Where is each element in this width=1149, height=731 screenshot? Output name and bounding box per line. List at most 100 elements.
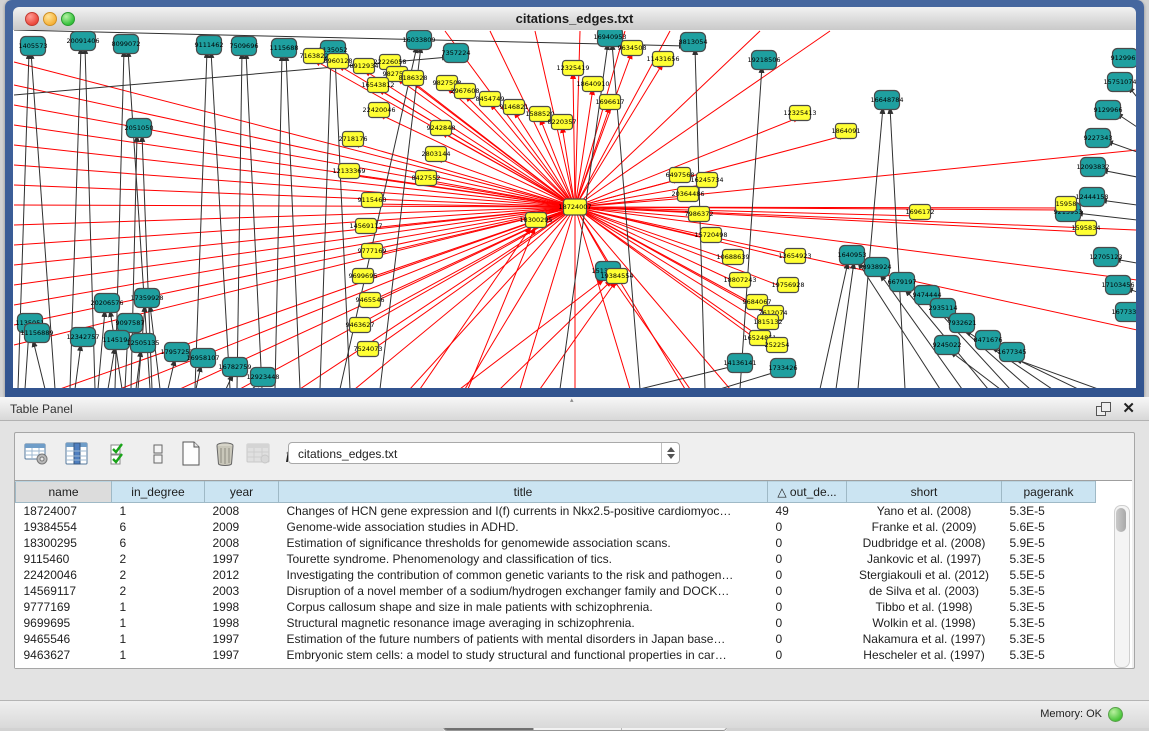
cell-out_de[interactable]: 0 [768, 567, 847, 583]
graph-node[interactable]: 10688639 [716, 250, 749, 265]
cell-short[interactable]: Wolkin et al. (1998) [847, 615, 1002, 631]
graph-node[interactable]: 7357224 [442, 44, 471, 63]
graph-node[interactable]: 20206576 [90, 294, 123, 313]
cell-pagerank[interactable]: 5.3E-5 [1002, 551, 1096, 567]
cell-out_de[interactable]: 49 [768, 503, 847, 519]
cell-short[interactable]: Jankovic et al. (1997) [847, 551, 1002, 567]
cell-year[interactable]: 1998 [205, 599, 279, 615]
column-select-icon[interactable] [63, 440, 91, 468]
graph-node[interactable]: 20091406 [66, 32, 99, 51]
trash-icon[interactable] [211, 440, 239, 468]
graph-node[interactable]: 22420046 [362, 103, 395, 118]
graph-node[interactable]: 252254 [765, 338, 790, 353]
cell-name[interactable]: 9115460 [16, 551, 112, 567]
table-row[interactable]: 1830029562008Estimation of significance … [16, 535, 1096, 551]
table-row[interactable]: 1938455462009Genome-wide association stu… [16, 519, 1096, 535]
column-header-short[interactable]: short [847, 482, 1002, 503]
graph-node[interactable]: 9129966 [1094, 101, 1123, 120]
cell-short[interactable]: Tibbo et al. (1998) [847, 599, 1002, 615]
cell-title[interactable]: Estimation of significance thresholds fo… [279, 535, 768, 551]
graph-node[interactable]: 15720498 [694, 228, 727, 243]
cell-in_degree[interactable]: 6 [112, 535, 205, 551]
cell-out_de[interactable]: 0 [768, 551, 847, 567]
memory-status-indicator-icon[interactable] [1108, 707, 1123, 722]
cell-name[interactable]: 18724007 [16, 503, 112, 519]
column-header-name[interactable]: name [16, 482, 112, 503]
graph-node[interactable]: 2718176 [339, 132, 368, 147]
table-row[interactable]: 1872400712008Changes of HCN gene express… [16, 503, 1096, 519]
graph-node[interactable]: 15958 [1056, 197, 1077, 212]
cell-name[interactable]: 14569117 [16, 583, 112, 599]
cell-out_de[interactable]: 0 [768, 647, 847, 663]
graph-node[interactable]: 1696617 [596, 95, 625, 110]
graph-node[interactable]: 8938924 [863, 258, 892, 277]
cell-out_de[interactable]: 0 [768, 599, 847, 615]
graph-node[interactable]: 13654923 [778, 249, 811, 264]
cell-pagerank[interactable]: 5.5E-5 [1002, 567, 1096, 583]
graph-node[interactable]: 12325413 [783, 106, 816, 121]
graph-node[interactable]: 18640910 [576, 77, 609, 92]
graph-node[interactable]: 15751074 [1103, 73, 1136, 92]
graph-node[interactable]: 7986372 [685, 207, 714, 222]
graph-node[interactable]: 17359928 [130, 289, 163, 308]
cell-short[interactable]: de Silva et al. (2003) [847, 583, 1002, 599]
graph-node[interactable]: 9242848 [427, 121, 456, 136]
table-row[interactable]: 969969511998Structural magnetic resonanc… [16, 615, 1096, 631]
column-header-out_de[interactable]: △ out_de... [768, 482, 847, 503]
column-header-in_degree[interactable]: in_degree [112, 482, 205, 503]
cell-title[interactable]: Tourette syndrome. Phenomenology and cla… [279, 551, 768, 567]
graph-node[interactable]: 8220357 [548, 115, 577, 130]
cell-short[interactable]: Hescheler et al. (1997) [847, 647, 1002, 663]
graph-node[interactable]: 7509696 [230, 37, 259, 56]
graph-node[interactable]: 8186328 [399, 71, 428, 86]
cell-in_degree[interactable]: 1 [112, 647, 205, 663]
graph-node[interactable]: 2803144 [422, 147, 451, 162]
cell-year[interactable]: 1998 [205, 615, 279, 631]
cell-title[interactable]: Genome-wide association studies in ADHD. [279, 519, 768, 535]
graph-node[interactable]: 17103456 [1101, 276, 1134, 295]
graph-node[interactable]: 19756928 [771, 278, 804, 293]
window-titlebar[interactable]: citations_edges.txt [13, 7, 1136, 31]
cell-out_de[interactable]: 0 [768, 535, 847, 551]
graph-node[interactable]: 12444158 [1075, 188, 1108, 207]
graph-node[interactable]: 9777169 [358, 244, 387, 259]
graph-node[interactable]: 2051050 [125, 119, 154, 138]
cell-pagerank[interactable]: 5.3E-5 [1002, 615, 1096, 631]
cell-year[interactable]: 2003 [205, 583, 279, 599]
cell-short[interactable]: Yano et al. (2008) [847, 503, 1002, 519]
table-settings-icon[interactable] [23, 440, 51, 468]
cell-in_degree[interactable]: 6 [112, 519, 205, 535]
clear-selection-icon[interactable] [145, 440, 173, 468]
graph-node[interactable]: 12093832 [1076, 158, 1109, 177]
cell-name[interactable]: 9463627 [16, 647, 112, 663]
cell-pagerank[interactable]: 5.6E-5 [1002, 519, 1096, 535]
graph-node[interactable]: 1640953 [838, 246, 867, 265]
table-row[interactable]: 1456911722003Disruption of a novel membe… [16, 583, 1096, 599]
cell-short[interactable]: Franke et al. (2009) [847, 519, 1002, 535]
cell-in_degree[interactable]: 2 [112, 567, 205, 583]
cell-name[interactable]: 9465546 [16, 631, 112, 647]
graph-node[interactable]: 9465546 [356, 293, 385, 308]
cell-year[interactable]: 1997 [205, 551, 279, 567]
cell-year[interactable]: 2009 [205, 519, 279, 535]
cell-short[interactable]: Stergiakouli et al. (2012) [847, 567, 1002, 583]
scrollbar-thumb[interactable] [1116, 508, 1126, 532]
graph-node[interactable]: 9146821 [500, 100, 529, 115]
cell-out_de[interactable]: 0 [768, 631, 847, 647]
cell-short[interactable]: Dudbridge et al. (2008) [847, 535, 1002, 551]
table-row[interactable]: 911546021997Tourette syndrome. Phenomeno… [16, 551, 1096, 567]
graph-node[interactable]: 8471676 [974, 331, 1003, 350]
node-table[interactable]: namein_degreeyeartitle△ out_de...shortpa… [15, 480, 1132, 668]
cell-pagerank[interactable]: 5.9E-5 [1002, 535, 1096, 551]
cell-in_degree[interactable]: 1 [112, 503, 205, 519]
table-row[interactable]: 2242004622012Investigating the contribut… [16, 567, 1096, 583]
graph-node[interactable]: 9111462 [195, 36, 224, 55]
cell-name[interactable]: 18300295 [16, 535, 112, 551]
cell-pagerank[interactable]: 5.3E-5 [1002, 647, 1096, 663]
graph-node[interactable]: 9097587 [116, 314, 145, 333]
column-header-year[interactable]: year [205, 482, 279, 503]
graph-node[interactable]: 16958107 [186, 349, 219, 368]
graph-node[interactable]: 16648784 [870, 91, 903, 110]
cell-pagerank[interactable]: 5.3E-5 [1002, 503, 1096, 519]
graph-node[interactable]: 6679197 [888, 273, 917, 292]
